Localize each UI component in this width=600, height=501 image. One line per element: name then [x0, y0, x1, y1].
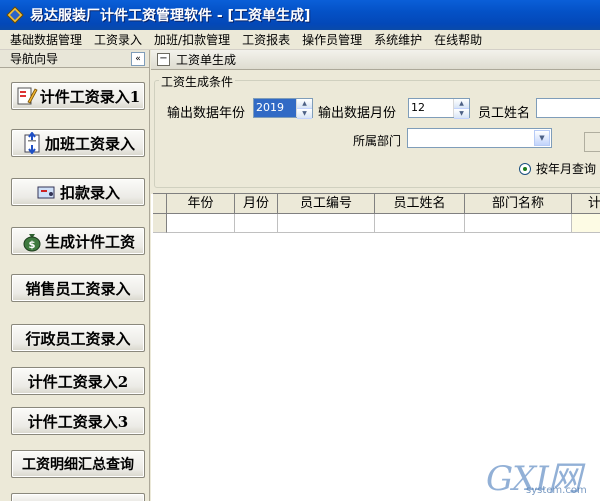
spin-down-icon[interactable]: ▼: [454, 109, 469, 119]
nav-sales-wage-button[interactable]: 销售员工资录入: [11, 274, 145, 302]
clipboard-arrows-icon: [24, 132, 40, 154]
nav-label: 计件工资录入1: [39, 87, 141, 106]
radio-label: 按年月查询: [536, 162, 597, 176]
nav-overtime-entry-button[interactable]: 加班工资录入: [11, 129, 145, 157]
table-cell[interactable]: [167, 214, 235, 233]
menu-overtime-deduction[interactable]: 加班/扣款管理: [148, 30, 236, 50]
spin-down-icon[interactable]: ▼: [297, 109, 312, 119]
navigation-sidebar: 导航向导 « 计件工资录入1 加班工资录入 扣款录入 $ 生成计件工资 销售员工…: [0, 50, 150, 501]
nav-piecework-entry-2-button[interactable]: 计件工资录入2: [11, 367, 145, 395]
app-logo-icon: [6, 6, 24, 24]
month-spin-buttons: ▲ ▼: [453, 99, 469, 119]
sidebar-title: 导航向导: [10, 52, 59, 66]
title-bar: 易达服装厂计件工资管理软件 - [工资单生成]: [0, 0, 600, 30]
menu-wage-report[interactable]: 工资报表: [236, 30, 296, 50]
query-by-month-radio[interactable]: 按年月查询: [519, 160, 596, 177]
radio-indicator[interactable]: [519, 162, 531, 175]
app-window: 易达服装厂计件工资管理软件 - [工资单生成] 基础数据管理 工资录入 加班/扣…: [0, 0, 600, 501]
year-spin-buttons: ▲ ▼: [296, 99, 312, 119]
spin-up-icon[interactable]: ▲: [454, 99, 469, 109]
svg-text:$: $: [29, 240, 36, 251]
nav-label: 销售员工资录入: [25, 279, 131, 298]
month-value[interactable]: 12: [409, 99, 453, 117]
nav-partial-button[interactable]: [11, 493, 145, 501]
panel-title: 工资单生成: [176, 53, 237, 67]
nav-label: 计件工资录入3: [27, 412, 129, 431]
nav-label: 生成计件工资: [44, 232, 135, 251]
nav-piecework-entry-3-button[interactable]: 计件工资录入3: [11, 407, 145, 435]
menu-wage-entry[interactable]: 工资录入: [88, 30, 148, 50]
chevron-down-icon[interactable]: ▼: [534, 130, 550, 146]
nav-label: 扣款录入: [59, 183, 120, 202]
menu-help[interactable]: 在线帮助: [428, 30, 488, 50]
column-header-employee-id[interactable]: 员工编号: [278, 194, 375, 214]
nav-label: 工资明细汇总查询: [22, 457, 134, 473]
column-header-month[interactable]: 月份: [235, 194, 278, 214]
employee-name-input[interactable]: [536, 98, 600, 118]
sidebar-header: 导航向导 «: [0, 50, 149, 68]
year-label: 输出数据年份: [167, 106, 246, 121]
pencil-doc-icon: [17, 87, 38, 105]
nav-admin-wage-button[interactable]: 行政员工资录入: [11, 324, 145, 352]
month-label: 输出数据月份: [318, 106, 397, 121]
year-spinner[interactable]: 2019 ▲ ▼: [253, 98, 313, 119]
card-icon: [37, 186, 55, 199]
site-watermark: GXI网 system.com: [486, 451, 596, 499]
nav-deduction-entry-button[interactable]: 扣款录入: [11, 178, 145, 206]
query-button[interactable]: [584, 132, 600, 152]
table-row[interactable]: [153, 214, 600, 233]
money-bag-icon: $: [23, 234, 41, 252]
column-header-truncated[interactable]: 计: [572, 194, 600, 214]
row-indicator: [153, 214, 167, 233]
nav-wage-summary-button[interactable]: 工资明细汇总查询: [11, 450, 145, 478]
department-label: 所属部门: [353, 134, 402, 148]
column-header-employee-name[interactable]: 员工姓名: [375, 194, 465, 214]
menu-bar: 基础数据管理 工资录入 加班/扣款管理 工资报表 操作员管理 系统维护 在线帮助: [0, 30, 600, 50]
table-cell[interactable]: [278, 214, 375, 233]
menu-system[interactable]: 系统维护: [368, 30, 428, 50]
nav-generate-wage-button[interactable]: $ 生成计件工资: [11, 227, 145, 255]
table-cell[interactable]: [375, 214, 465, 233]
grid-header-row: 年份 月份 员工编号 员工姓名 部门名称 计: [153, 194, 600, 214]
menu-basic-data[interactable]: 基础数据管理: [0, 30, 88, 50]
table-cell[interactable]: [235, 214, 278, 233]
nav-label: 行政员工资录入: [25, 329, 131, 348]
sidebar-collapse-button[interactable]: «: [131, 51, 145, 66]
column-header-year[interactable]: 年份: [167, 194, 235, 214]
main-panel: − 工资单生成 工资生成条件 输出数据年份 2019 ▲ ▼ 输出数据月份 12…: [151, 50, 600, 501]
table-cell[interactable]: [572, 214, 600, 233]
menu-operator[interactable]: 操作员管理: [296, 30, 368, 50]
department-select[interactable]: ▼: [407, 128, 552, 148]
spin-up-icon[interactable]: ▲: [297, 99, 312, 109]
panel-header: − 工资单生成: [151, 50, 600, 70]
panel-collapse-button[interactable]: −: [157, 53, 170, 66]
year-value[interactable]: 2019: [254, 99, 296, 117]
watermark-domain: system.com: [526, 485, 587, 496]
nav-label: 加班工资录入: [44, 134, 135, 153]
conditions-group-title: 工资生成条件: [159, 73, 236, 90]
column-header-department[interactable]: 部门名称: [465, 194, 572, 214]
window-title: 易达服装厂计件工资管理软件 - [工资单生成]: [30, 8, 311, 24]
grid-corner: [153, 194, 167, 214]
table-cell[interactable]: [465, 214, 572, 233]
employee-name-label: 员工姓名: [478, 106, 531, 121]
nav-label: 计件工资录入2: [27, 372, 129, 391]
month-spinner[interactable]: 12 ▲ ▼: [408, 98, 470, 119]
nav-piecework-entry-1-button[interactable]: 计件工资录入1: [11, 82, 145, 110]
